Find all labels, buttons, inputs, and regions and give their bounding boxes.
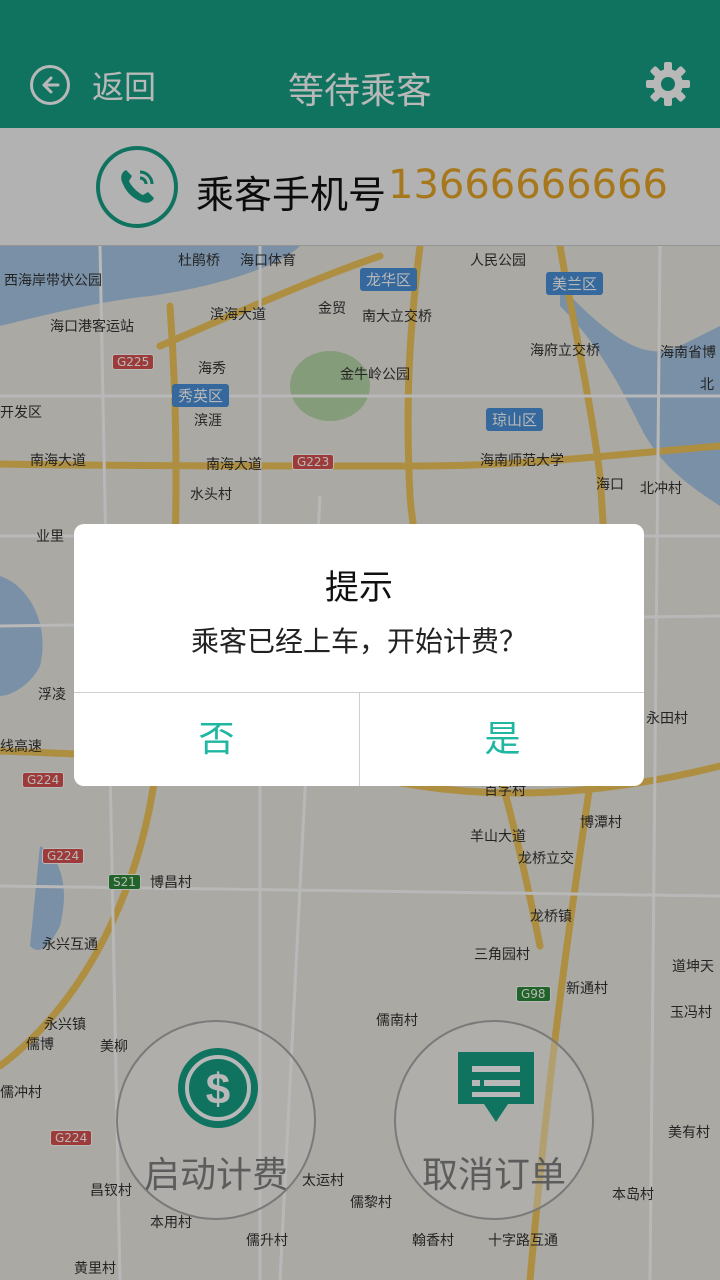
dialog-message: 乘客已经上车，开始计费？ <box>190 625 527 658</box>
confirm-dialog: 提示 乘客已经上车，开始计费？ 否 是 <box>74 524 644 786</box>
no-button[interactable]: 否 <box>74 693 359 786</box>
dialog-title: 提示 <box>325 568 393 608</box>
yes-button[interactable]: 是 <box>360 693 644 786</box>
